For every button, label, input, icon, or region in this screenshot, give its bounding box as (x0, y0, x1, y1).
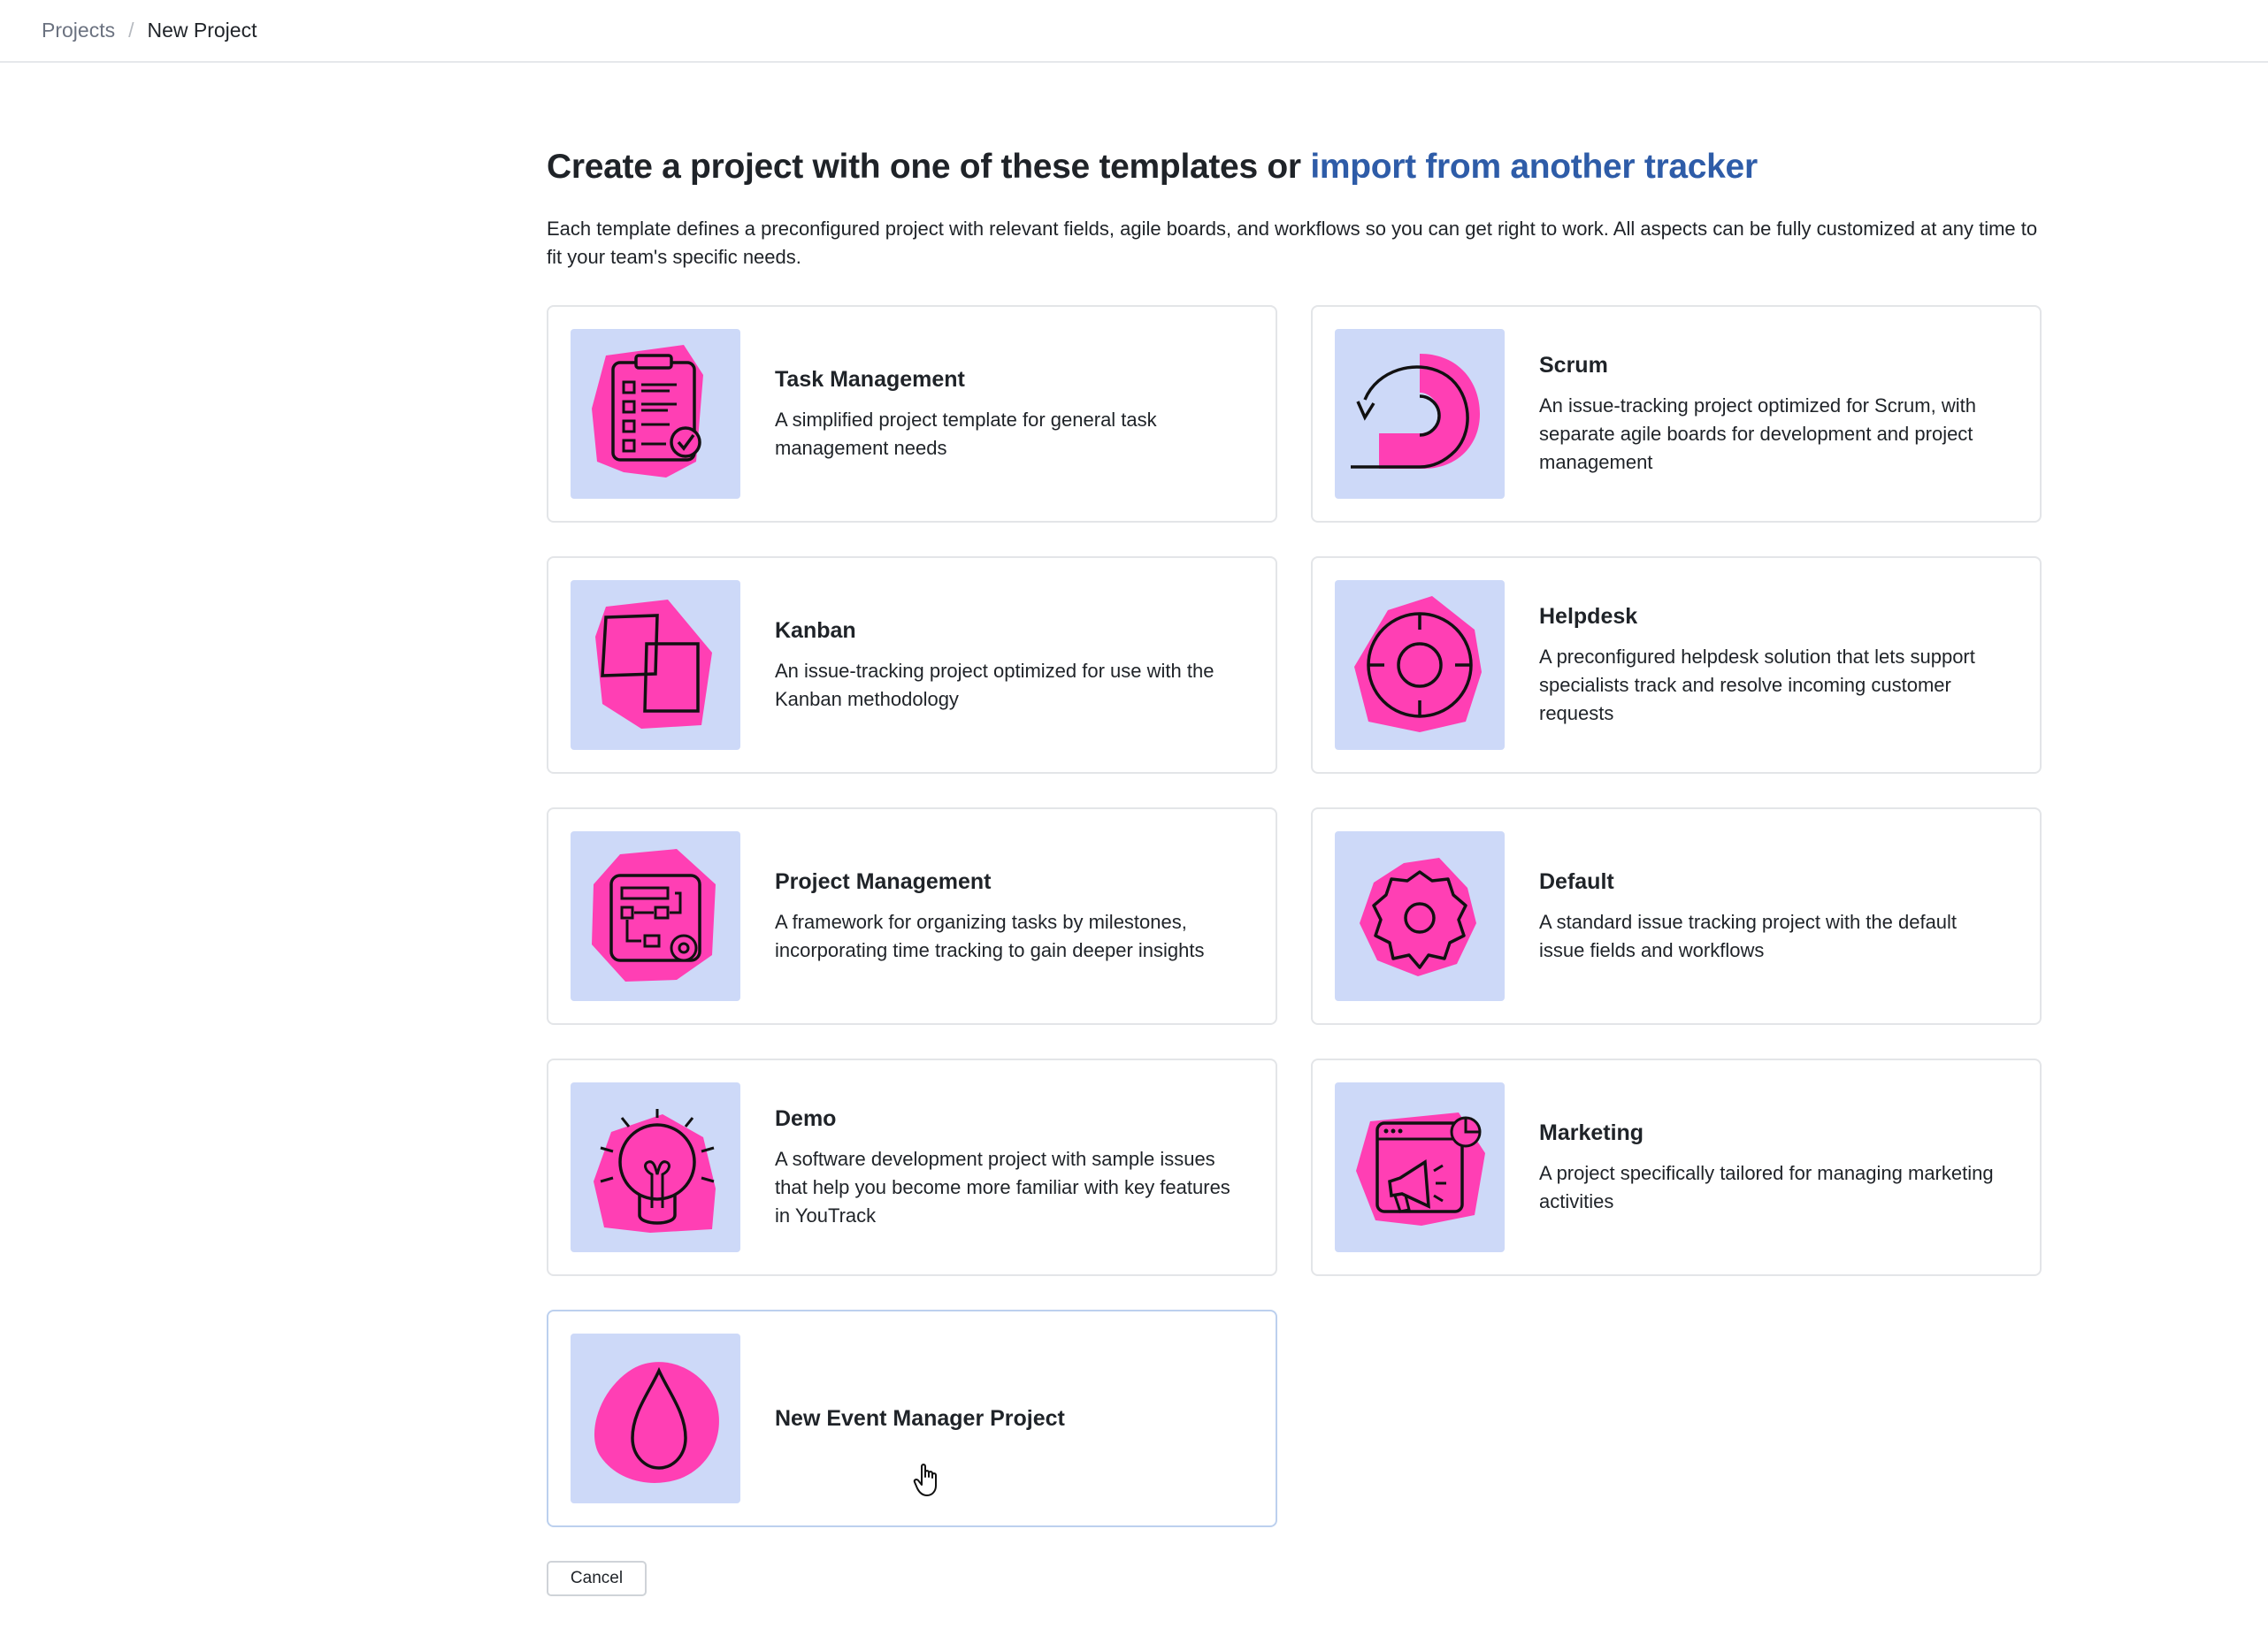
template-grid: Task Management A simplified project tem… (547, 305, 2042, 1527)
template-title: New Event Manager Project (775, 1406, 1065, 1431)
template-card-helpdesk[interactable]: Helpdesk A preconfigured helpdesk soluti… (1311, 556, 2042, 774)
template-description: A framework for organizing tasks by mile… (775, 911, 1205, 961)
template-description: A simplified project template for genera… (775, 409, 1157, 459)
template-card-kanban[interactable]: Kanban An issue-tracking project optimiz… (547, 556, 1277, 774)
template-card-marketing[interactable]: Marketing A project specifically tailore… (1311, 1059, 2042, 1276)
template-description: An issue-tracking project optimized for … (775, 660, 1214, 710)
overlapping-cards-icon (571, 580, 740, 750)
template-title: Helpdesk (1539, 604, 1638, 629)
template-card-new-event-manager[interactable]: New Event Manager Project (547, 1310, 1277, 1527)
template-description: A standard issue tracking project with t… (1539, 911, 1958, 961)
template-title: Task Management (775, 367, 965, 392)
breadcrumb: Projects / New Project (0, 0, 2268, 63)
template-description: A software development project with samp… (775, 1148, 1230, 1227)
page-title-text: Create a project with one of these templ… (547, 148, 1311, 186)
template-title: Default (1539, 869, 1614, 894)
hand-cursor-icon (913, 1464, 937, 1496)
template-card-scrum[interactable]: Scrum An issue-tracking project optimize… (1311, 305, 2042, 523)
cancel-button[interactable]: Cancel (547, 1561, 647, 1596)
clipboard-checklist-icon (571, 329, 740, 499)
template-title: Kanban (775, 618, 856, 643)
template-title: Marketing (1539, 1120, 1644, 1145)
breadcrumb-separator: / (128, 19, 134, 42)
megaphone-window-icon (1335, 1082, 1505, 1252)
workflow-board-icon (571, 831, 740, 1001)
template-title: Project Management (775, 869, 992, 894)
main-content: Create a project with one of these templ… (547, 63, 2042, 1596)
lifebuoy-icon (1335, 580, 1505, 750)
template-description: A preconfigured helpdesk solution that l… (1539, 646, 1975, 724)
breadcrumb-projects-link[interactable]: Projects (42, 19, 115, 42)
template-card-project-management[interactable]: Project Management A framework for organ… (547, 807, 1277, 1025)
drop-icon (571, 1334, 740, 1503)
breadcrumb-current: New Project (147, 19, 257, 42)
template-card-demo[interactable]: Demo A software development project with… (547, 1059, 1277, 1276)
intro-text: Each template defines a preconfigured pr… (547, 218, 2038, 268)
page-title: Create a project with one of these templ… (547, 148, 2042, 187)
sprint-cycle-icon (1335, 329, 1505, 499)
template-description: A project specifically tailored for mana… (1539, 1162, 1994, 1212)
template-title: Scrum (1539, 353, 1608, 378)
template-title: Demo (775, 1106, 837, 1131)
import-from-tracker-link[interactable]: import from another tracker (1310, 148, 1758, 186)
lightbulb-icon (571, 1082, 740, 1252)
template-card-default[interactable]: Default A standard issue tracking projec… (1311, 807, 2042, 1025)
template-card-task-management[interactable]: Task Management A simplified project tem… (547, 305, 1277, 523)
gear-icon (1335, 831, 1505, 1001)
template-description: An issue-tracking project optimized for … (1539, 394, 1976, 473)
